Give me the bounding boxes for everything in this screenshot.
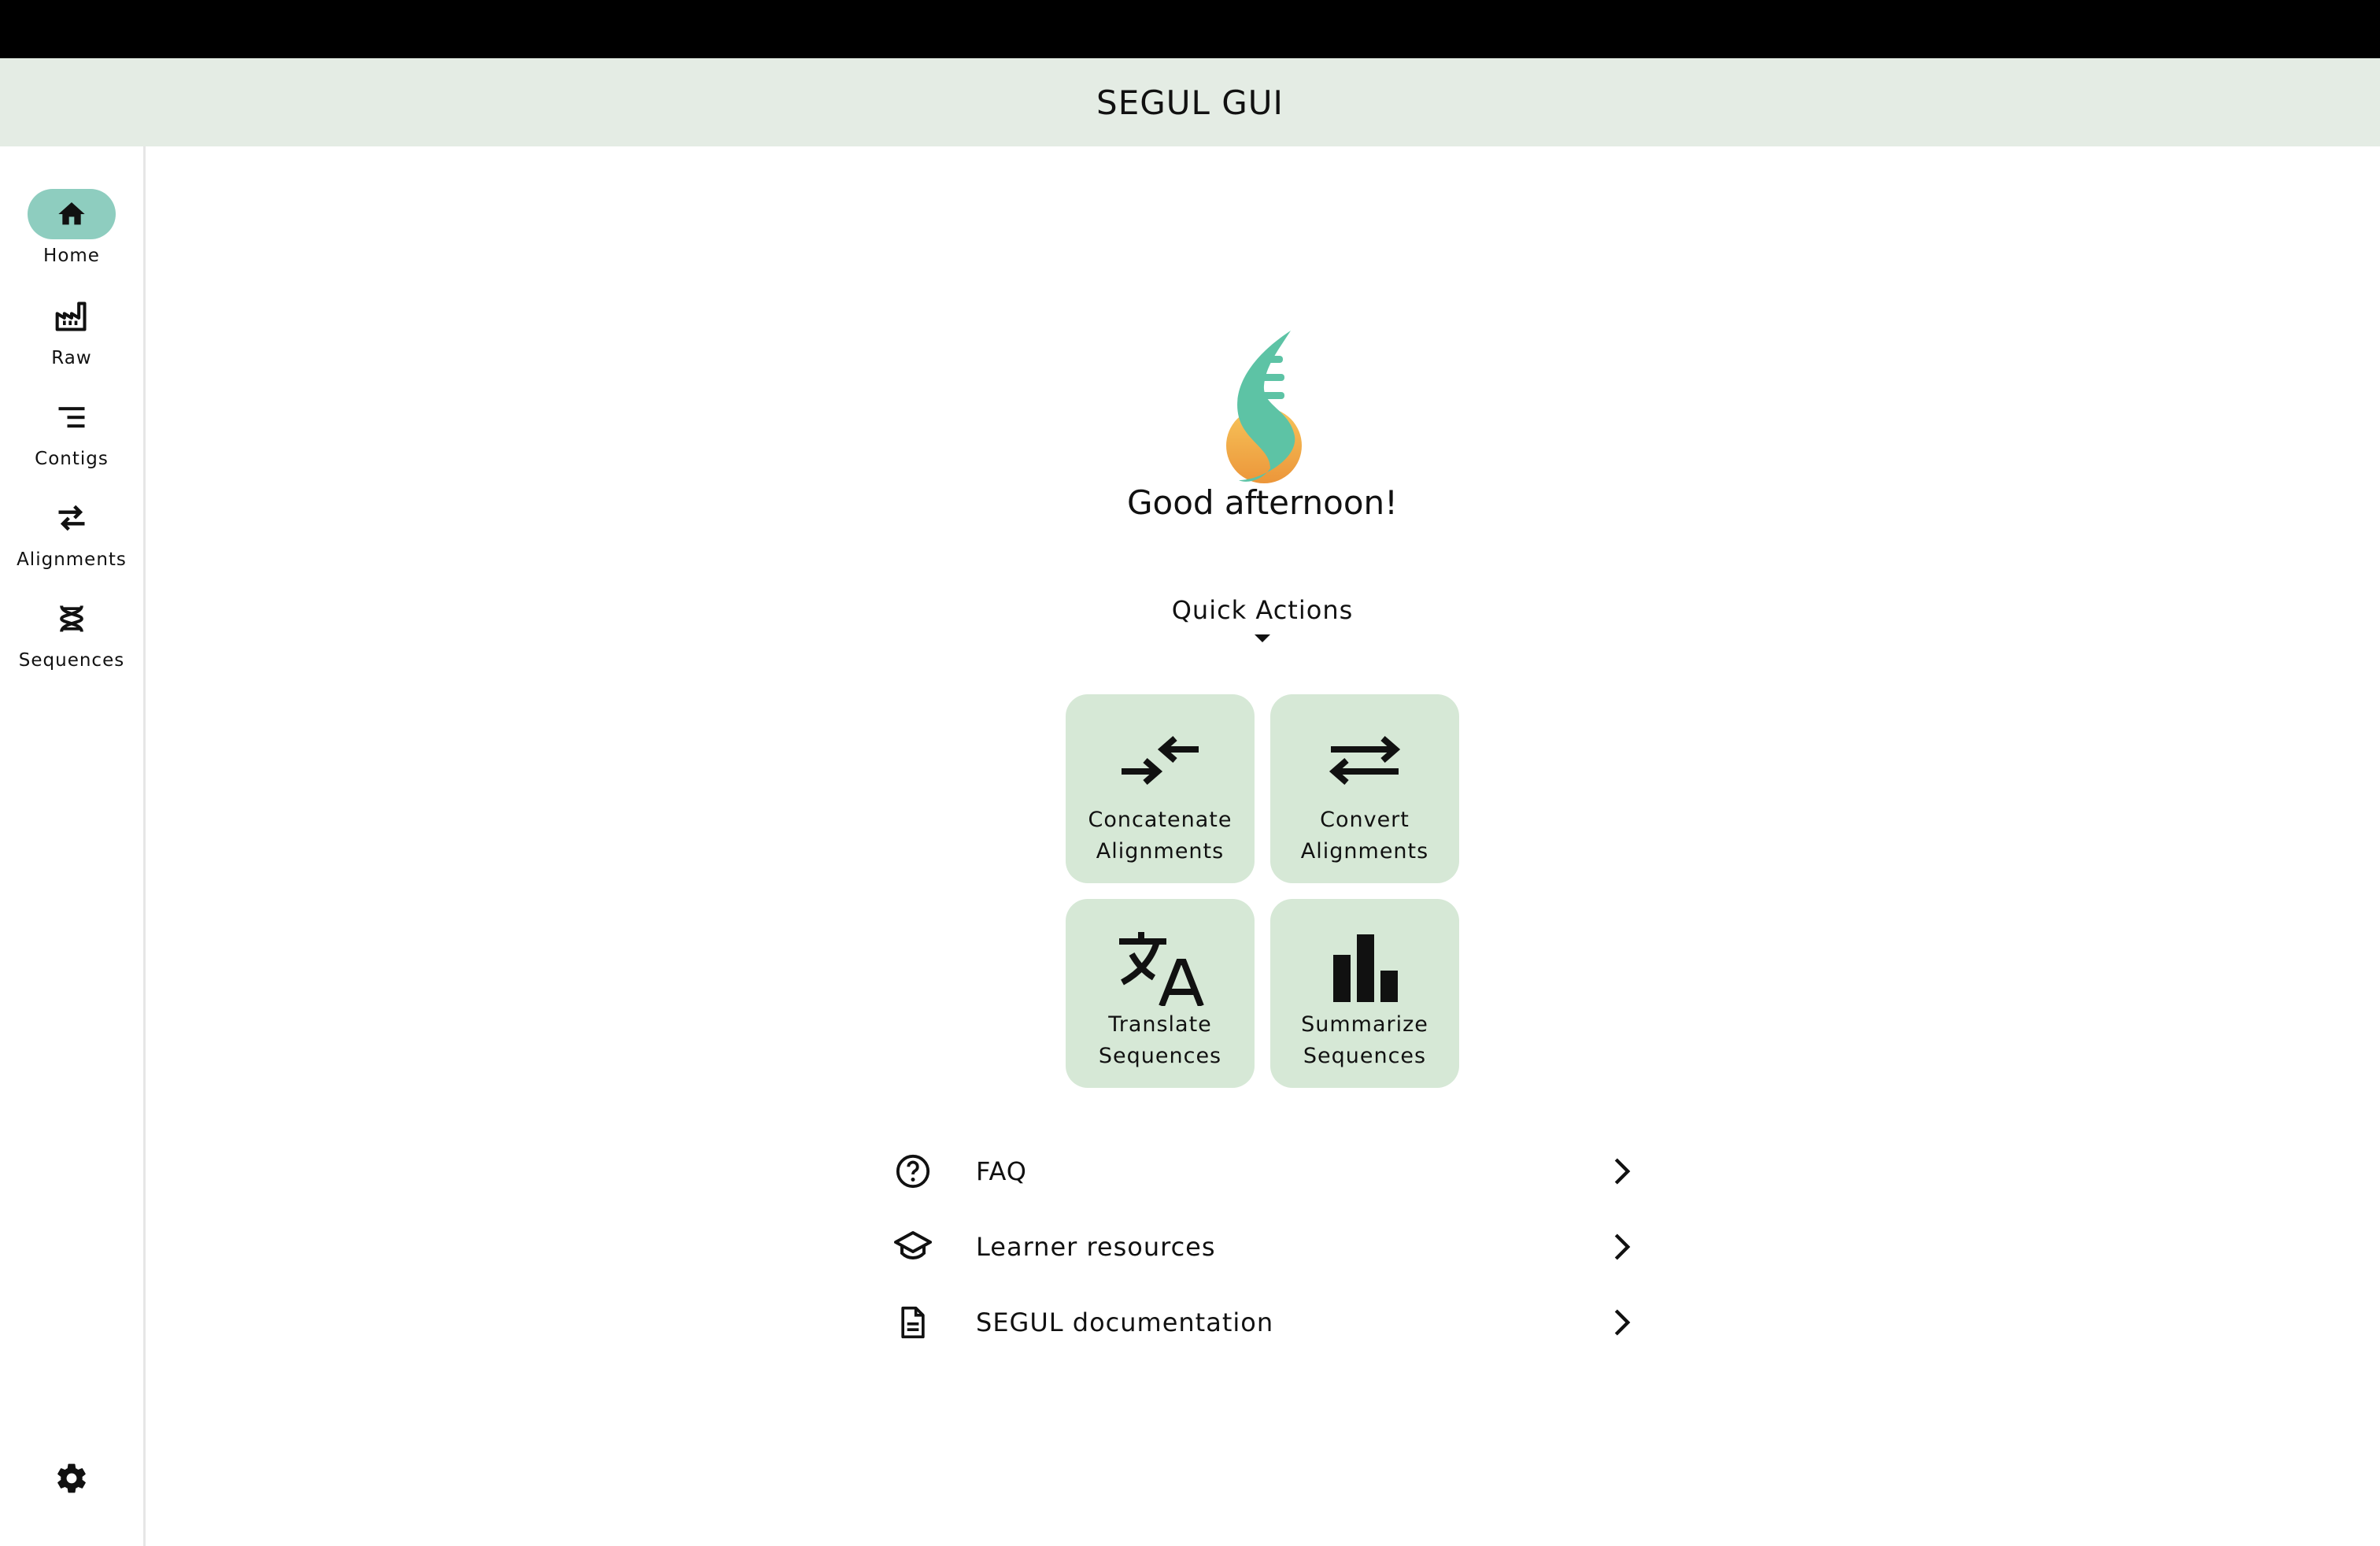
link-label: Learner resources xyxy=(976,1232,1216,1262)
app-logo xyxy=(1215,331,1310,488)
factory-icon xyxy=(55,301,87,331)
swap-icon xyxy=(58,505,85,531)
bar-chart-icon xyxy=(1333,934,1398,1002)
convert-alignments-button[interactable]: Convert Alignments xyxy=(1270,694,1459,883)
chevron-right-icon xyxy=(1614,1309,1631,1336)
nav-label: Raw xyxy=(51,348,92,368)
card-label: Summarize Sequences xyxy=(1301,1012,1428,1068)
nav-item-alignments[interactable]: Alignments xyxy=(0,493,143,587)
caret-down-icon xyxy=(1255,634,1270,642)
card-label: Convert Alignments xyxy=(1300,808,1429,864)
document-icon xyxy=(901,1306,925,1339)
nav-item-home[interactable]: Home xyxy=(0,189,143,283)
concatenate-alignments-button[interactable]: Concatenate Alignments xyxy=(1066,694,1255,883)
nav-label: Contigs xyxy=(35,449,109,469)
chevron-right-icon xyxy=(1614,1158,1631,1185)
nav-label: Sequences xyxy=(18,650,125,671)
faq-link[interactable]: FAQ xyxy=(889,1134,1645,1209)
dna-icon xyxy=(60,605,83,633)
greeting-text: Good afternoon! xyxy=(1126,483,1399,522)
summarize-sequences-button[interactable]: Summarize Sequences xyxy=(1270,899,1459,1088)
translate-icon xyxy=(1119,932,1204,1006)
nav-home-indicator xyxy=(28,189,116,239)
window-top-bar xyxy=(0,0,2380,58)
settings-button[interactable] xyxy=(46,1453,97,1503)
quick-actions-title: Quick Actions xyxy=(1171,595,1354,625)
chevron-right-icon xyxy=(1614,1233,1631,1260)
link-label: FAQ xyxy=(976,1156,1027,1186)
quick-actions-toggle[interactable]: Quick Actions xyxy=(1105,595,1420,642)
navigation-rail: Home Raw Contigs Alignments Sequences xyxy=(0,146,146,1546)
home-icon xyxy=(58,202,85,225)
learner-resources-link[interactable]: Learner resources xyxy=(889,1209,1645,1285)
gear-icon xyxy=(57,1463,86,1493)
app-title: SEGUL GUI xyxy=(1096,83,1284,122)
resource-links: FAQ Learner resources SEGUL documentatio… xyxy=(889,1134,1645,1360)
nav-item-sequences[interactable]: Sequences xyxy=(0,594,143,688)
concatenate-icon xyxy=(1122,735,1199,786)
card-label: Translate Sequences xyxy=(1098,1012,1222,1068)
nav-label: Alignments xyxy=(17,549,127,570)
app-bar: SEGUL GUI xyxy=(0,58,2380,146)
card-label: Concatenate Alignments xyxy=(1088,808,1232,864)
lines-icon xyxy=(58,407,85,428)
translate-sequences-button[interactable]: Translate Sequences xyxy=(1066,899,1255,1088)
link-label: SEGUL documentation xyxy=(976,1307,1274,1337)
segul-documentation-link[interactable]: SEGUL documentation xyxy=(889,1285,1645,1360)
nav-label: Home xyxy=(43,246,100,266)
school-icon xyxy=(894,1231,932,1260)
convert-icon xyxy=(1329,735,1401,786)
nav-item-contigs[interactable]: Contigs xyxy=(0,392,143,486)
help-circle-icon xyxy=(896,1154,930,1189)
nav-item-raw[interactable]: Raw xyxy=(0,291,143,386)
